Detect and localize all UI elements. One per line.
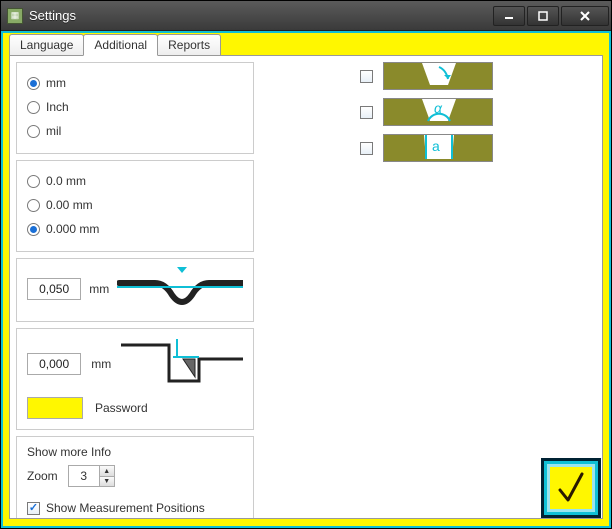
- maximize-button[interactable]: [527, 6, 559, 26]
- tabpage-additional: mm Inch mil 0.0 mm: [9, 55, 603, 519]
- profile-step-icon: [117, 337, 243, 391]
- preview-a-thumb[interactable]: a: [383, 134, 493, 162]
- precision-1-label: 0.0 mm: [46, 174, 86, 188]
- settings-window: ▦ Settings Language Additional Reports: [0, 0, 612, 529]
- checkbox-preview-a[interactable]: [360, 142, 373, 155]
- preview-alpha-thumb[interactable]: α: [383, 98, 493, 126]
- precision-3-row[interactable]: 0.000 mm: [27, 217, 243, 241]
- unit-mil-label: mil: [46, 124, 61, 138]
- window-title: Settings: [29, 8, 493, 23]
- right-column: α a: [360, 62, 520, 162]
- unit-inch-row[interactable]: Inch: [27, 95, 243, 119]
- show-more-info-title: Show more Info: [27, 445, 243, 459]
- tabstrip: Language Additional Reports: [9, 33, 603, 55]
- radio-inch[interactable]: [27, 101, 40, 114]
- unit-mil-row[interactable]: mil: [27, 119, 243, 143]
- password-label: Password: [95, 401, 148, 415]
- profile-groove-icon: [117, 267, 243, 311]
- tab-reports[interactable]: Reports: [157, 34, 221, 56]
- radio-precision-3[interactable]: [27, 223, 40, 236]
- precision-3-label: 0.000 mm: [46, 222, 99, 236]
- app-icon: ▦: [7, 8, 23, 24]
- radio-precision-1[interactable]: [27, 175, 40, 188]
- minimize-button[interactable]: [493, 6, 525, 26]
- threshold1-group: 0,050 mm: [16, 258, 254, 322]
- threshold2-group: 0,000 mm Password: [16, 328, 254, 430]
- unit-mm-label: mm: [46, 76, 66, 90]
- preview-a-row: a: [360, 134, 520, 162]
- close-button[interactable]: [561, 6, 609, 26]
- zoom-value[interactable]: 3: [69, 466, 99, 486]
- threshold2-unit: mm: [91, 357, 111, 371]
- threshold1-input[interactable]: 0,050: [27, 278, 81, 300]
- precision-2-label: 0.00 mm: [46, 198, 93, 212]
- password-color-box[interactable]: [27, 397, 83, 419]
- preview-alpha-row: α: [360, 98, 520, 126]
- content-frame: Language Additional Reports mm Inch: [1, 31, 611, 528]
- zoom-down-button[interactable]: ▼: [100, 476, 114, 486]
- radio-mm[interactable]: [27, 77, 40, 90]
- checkbox-show-measurement-positions[interactable]: [27, 502, 40, 515]
- zoom-label: Zoom: [27, 469, 58, 483]
- preview-angle-row: [360, 62, 520, 90]
- ok-button[interactable]: [541, 458, 601, 518]
- zoom-spinner[interactable]: 3 ▲ ▼: [68, 465, 115, 487]
- checkbox-preview-angle[interactable]: [360, 70, 373, 83]
- tab-additional[interactable]: Additional: [83, 34, 158, 56]
- units-group: mm Inch mil: [16, 62, 254, 154]
- unit-inch-label: Inch: [46, 100, 69, 114]
- svg-text:a: a: [432, 138, 440, 154]
- titlebar[interactable]: ▦ Settings: [1, 1, 611, 31]
- unit-mm-row[interactable]: mm: [27, 71, 243, 95]
- precision-1-row[interactable]: 0.0 mm: [27, 169, 243, 193]
- checkmark-icon: [554, 468, 588, 508]
- preview-angle-thumb[interactable]: [383, 62, 493, 90]
- show-measurement-positions-label: Show Measurement Positions: [46, 501, 205, 515]
- threshold2-input[interactable]: 0,000: [27, 353, 81, 375]
- tab-language[interactable]: Language: [9, 34, 84, 56]
- show-more-info-group: Show more Info Zoom 3 ▲ ▼ Sh: [16, 436, 254, 519]
- precision-group: 0.0 mm 0.00 mm 0.000 mm: [16, 160, 254, 252]
- window-controls: [493, 6, 609, 26]
- radio-mil[interactable]: [27, 125, 40, 138]
- precision-2-row[interactable]: 0.00 mm: [27, 193, 243, 217]
- zoom-up-button[interactable]: ▲: [100, 466, 114, 476]
- threshold1-unit: mm: [89, 282, 109, 296]
- svg-text:α: α: [434, 100, 443, 116]
- radio-precision-2[interactable]: [27, 199, 40, 212]
- show-measurement-positions-row[interactable]: Show Measurement Positions: [27, 497, 243, 519]
- checkbox-preview-alpha[interactable]: [360, 106, 373, 119]
- left-column: mm Inch mil 0.0 mm: [16, 62, 254, 519]
- zoom-row: Zoom 3 ▲ ▼: [27, 465, 243, 487]
